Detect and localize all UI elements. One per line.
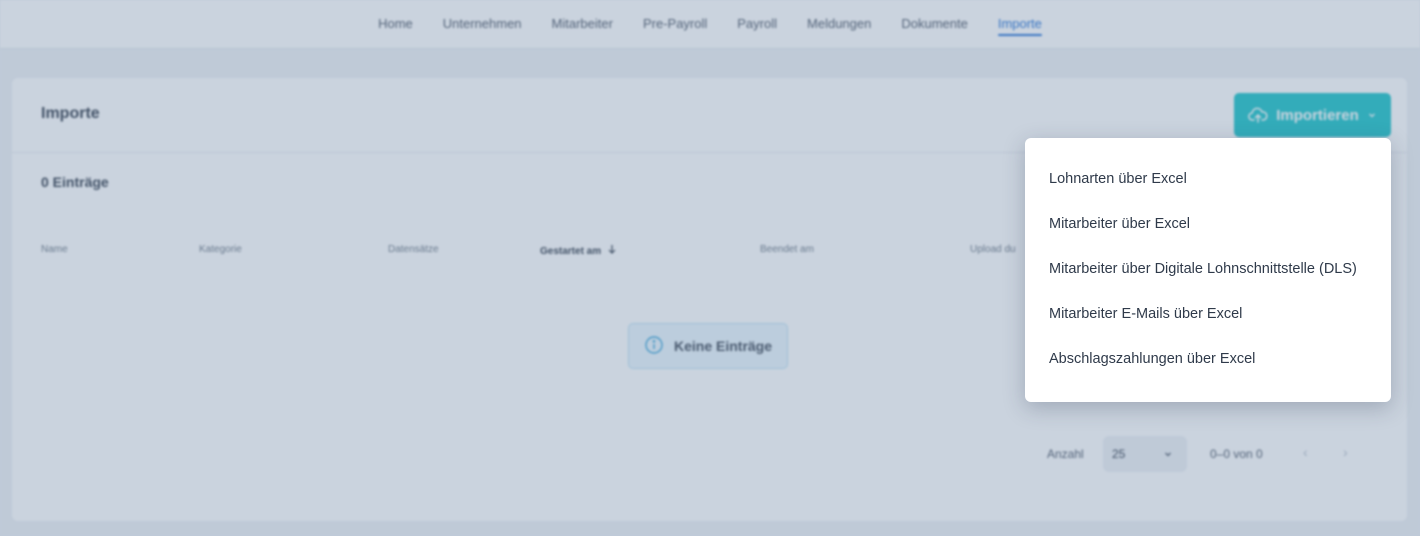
- menu-item-mitarbeiter-dls[interactable]: Mitarbeiter über Digitale Lohnschnittste…: [1025, 247, 1391, 292]
- menu-item-mitarbeiter-excel[interactable]: Mitarbeiter über Excel: [1025, 202, 1391, 247]
- menu-item-abschlagszahlungen-excel[interactable]: Abschlagszahlungen über Excel: [1025, 337, 1391, 382]
- menu-item-mitarbeiter-emails-excel[interactable]: Mitarbeiter E-Mails über Excel: [1025, 292, 1391, 337]
- import-dropdown-menu: Lohnarten über Excel Mitarbeiter über Ex…: [1025, 138, 1391, 402]
- menu-item-lohnarten-excel[interactable]: Lohnarten über Excel: [1025, 157, 1391, 202]
